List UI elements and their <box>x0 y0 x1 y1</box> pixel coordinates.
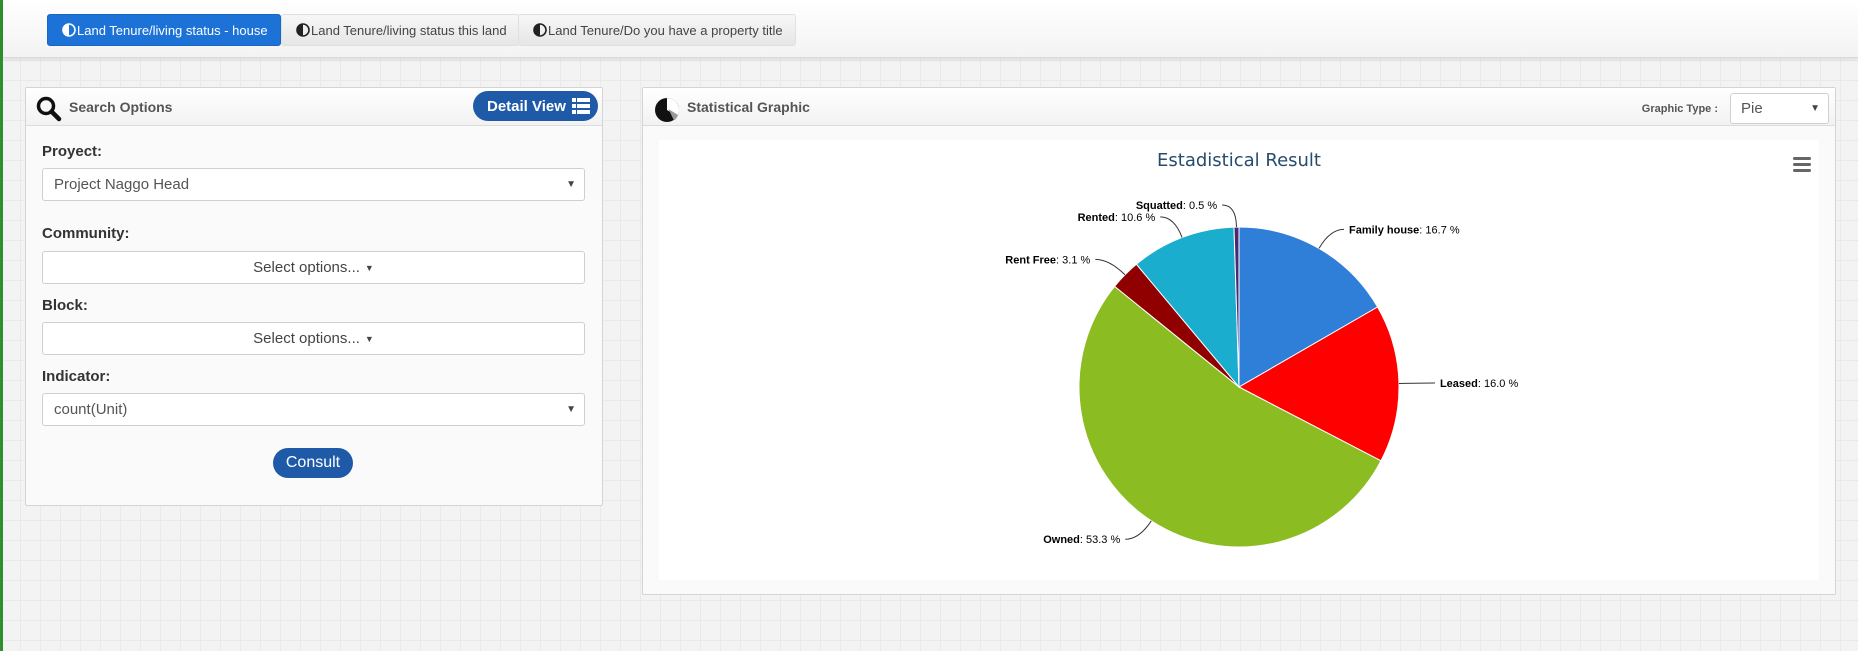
pie-data-label: Leased: 16.0 % <box>1440 378 1518 390</box>
chart-title: Estadistical Result <box>1157 150 1321 171</box>
half-circle-icon <box>296 23 310 37</box>
graphic-panel-title: Statistical Graphic <box>687 99 810 115</box>
graphic-type-value: Pie <box>1741 100 1763 117</box>
block-label: Block: <box>42 297 88 314</box>
consult-button[interactable]: Consult <box>273 448 353 478</box>
pie-label-connector <box>1125 520 1152 540</box>
consult-label: Consult <box>285 454 341 471</box>
block-value: Select options... <box>253 330 360 347</box>
search-options-panel: Search Options Detail View Proyect: Proj… <box>25 87 603 506</box>
statistical-graphic-panel: Statistical Graphic Graphic Type : Pie ▼… <box>642 87 1836 595</box>
graphic-panel-header: Statistical Graphic Graphic Type : Pie ▼ <box>643 88 1835 126</box>
detail-view-label: Detail View <box>487 97 566 115</box>
caret-down-icon: ▼ <box>364 262 374 273</box>
table-list-icon <box>571 98 590 114</box>
caret-down-icon: ▼ <box>1810 103 1820 114</box>
pie-data-label: Family house: 16.7 % <box>1349 224 1460 236</box>
pie-chart: Estadistical Result Family house: 16.7 %… <box>1005 150 1815 548</box>
tab-label: Land Tenure/Do you have a property title <box>548 22 783 38</box>
pie-label-connector <box>1318 228 1345 249</box>
detail-view-button[interactable]: Detail View <box>473 91 598 121</box>
pie-chart-icon <box>655 98 680 122</box>
pie-label-connector <box>1222 204 1237 228</box>
indicator-value: count(Unit) <box>54 401 128 418</box>
pie-label-connector <box>1160 216 1183 238</box>
caret-down-icon: ▼ <box>566 404 576 415</box>
pie-label-connector <box>1095 258 1126 276</box>
block-multiselect[interactable]: Select options... ▼ <box>42 322 585 355</box>
search-panel-header: Search Options Detail View <box>26 88 602 126</box>
caret-down-icon: ▼ <box>364 333 374 344</box>
project-label: Proyect: <box>42 143 103 160</box>
search-icon <box>36 96 62 122</box>
community-multiselect[interactable]: Select options... ▼ <box>42 251 585 284</box>
tab-living-status-house[interactable]: Land Tenure/living status - house <box>47 14 281 46</box>
community-label: Community: <box>42 225 130 242</box>
half-circle-icon <box>533 23 547 37</box>
tab-label: Land Tenure/living status - house <box>77 22 268 38</box>
chart-menu-icon[interactable] <box>1789 154 1815 176</box>
tab-living-status-land[interactable]: Land Tenure/living status this land <box>281 14 520 46</box>
chart-area: Estadistical Result Family house: 16.7 %… <box>659 140 1819 580</box>
top-tab-bar: Land Tenure/living status - house Land T… <box>3 0 1858 58</box>
pie-data-label: Rent Free: 3.1 % <box>1005 254 1090 266</box>
indicator-label: Indicator: <box>42 368 111 385</box>
project-value: Project Naggo Head <box>54 176 190 193</box>
graphic-type-label: Graphic Type : <box>1641 103 1718 115</box>
pie-data-label: Rented: 10.6 % <box>1078 212 1156 224</box>
pie-data-label: Owned: 53.3 % <box>1043 534 1120 546</box>
project-select[interactable]: Project Naggo Head ▼ <box>42 168 585 201</box>
indicator-select[interactable]: count(Unit) ▼ <box>42 393 585 426</box>
community-value: Select options... <box>253 259 360 276</box>
half-circle-icon <box>62 23 76 37</box>
tab-label: Land Tenure/living status this land <box>311 22 507 38</box>
pie-data-label: Squatted: 0.5 % <box>1136 200 1218 212</box>
search-panel-title: Search Options <box>69 99 173 115</box>
left-edge-rule <box>0 0 3 651</box>
tab-property-title[interactable]: Land Tenure/Do you have a property title <box>518 14 796 46</box>
graphic-type-select[interactable]: Pie ▼ <box>1730 93 1829 124</box>
caret-down-icon: ▼ <box>566 179 576 190</box>
